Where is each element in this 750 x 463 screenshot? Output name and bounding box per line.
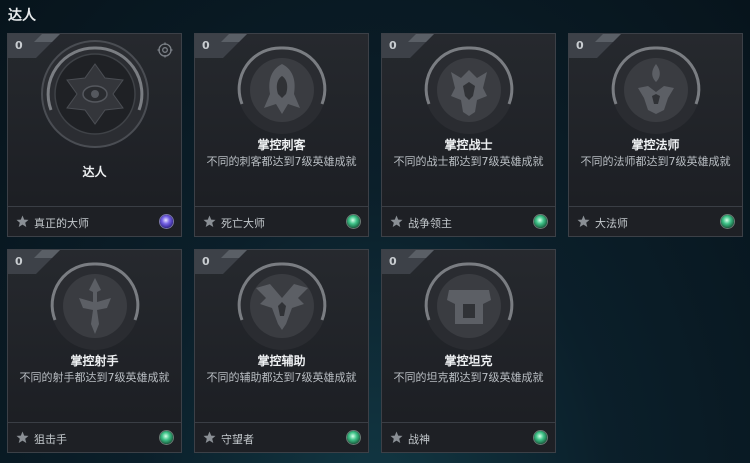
reward-title: 守望者 (221, 433, 254, 446)
card-description: 不同的法师都达到7级英雄成就 (580, 155, 731, 168)
gem-icon (160, 215, 173, 228)
gem-icon (347, 431, 360, 444)
star-icon (16, 215, 29, 227)
mage-emblem-icon (611, 46, 700, 134)
card-footer: 大法师 (569, 206, 742, 236)
reward-title: 大法师 (595, 217, 628, 230)
card-footer: 狙击手 (8, 422, 181, 452)
card-footer: 战神 (382, 422, 555, 452)
reward-title: 死亡大师 (221, 217, 265, 230)
card-title: 掌控法师 (631, 138, 680, 152)
progress-count: 0 (576, 39, 584, 52)
gem-icon (534, 215, 547, 228)
card-description: 不同的坦克都达到7级英雄成就 (393, 371, 544, 384)
reward-title: 战争领主 (408, 217, 452, 230)
gem-icon (721, 215, 734, 228)
challenge-card-tank[interactable]: 0 掌控坦克 不同的坦克都达到7级英雄成就 战神 (381, 249, 556, 453)
progress-count: 0 (389, 39, 397, 52)
gem-icon (534, 431, 547, 444)
target-icon[interactable] (157, 42, 173, 58)
reward-title: 战神 (408, 433, 430, 446)
star-icon (390, 431, 403, 443)
card-title: 掌控坦克 (444, 354, 493, 368)
card-title: 掌控刺客 (257, 138, 306, 152)
card-description: 不同的刺客都达到7级英雄成就 (206, 155, 357, 168)
support-emblem-icon (237, 262, 326, 350)
page-title: 达人 (8, 8, 36, 24)
card-description: 不同的战士都达到7级英雄成就 (393, 155, 544, 168)
card-title: 达人 (82, 165, 107, 179)
fighter-emblem-icon (424, 46, 513, 134)
progress-count: 0 (15, 255, 23, 268)
assassin-emblem-icon (237, 46, 326, 134)
star-icon (16, 431, 29, 443)
card-footer: 守望者 (195, 422, 368, 452)
star-icon (203, 431, 216, 443)
challenge-card-support[interactable]: 0 掌控辅助 不同的辅助都达到7级英雄成就 守望者 (194, 249, 369, 453)
challenge-card-mage[interactable]: 0 掌控法师 不同的法师都达到7级英雄成就 大法师 (568, 33, 743, 237)
card-footer: 死亡大师 (195, 206, 368, 236)
reward-title: 真正的大师 (34, 217, 89, 230)
progress-count: 0 (202, 39, 210, 52)
card-footer: 战争领主 (382, 206, 555, 236)
card-title: 掌控射手 (70, 354, 119, 368)
card-description: 不同的辅助都达到7级英雄成就 (206, 371, 357, 384)
star-icon (203, 215, 216, 227)
challenge-card-assassin[interactable]: 0 掌控刺客 不同的刺客都达到7级英雄成就 死亡大师 (194, 33, 369, 237)
marksman-emblem-icon (50, 262, 139, 350)
progress-count: 0 (202, 255, 210, 268)
challenge-card-fighter[interactable]: 0 掌控战士 不同的战士都达到7级英雄成就 战争领主 (381, 33, 556, 237)
gem-icon (347, 215, 360, 228)
star-icon (390, 215, 403, 227)
tank-emblem-icon (424, 262, 513, 350)
progress-count: 0 (389, 255, 397, 268)
card-title: 掌控辅助 (257, 354, 306, 368)
star-icon (577, 215, 590, 227)
challenge-card-marksman[interactable]: 0 掌控射手 不同的射手都达到7级英雄成就 狙击手 (7, 249, 182, 453)
card-footer: 真正的大师 (8, 206, 181, 236)
master-emblem-icon (40, 40, 149, 148)
reward-title: 狙击手 (34, 433, 67, 446)
progress-count: 0 (15, 39, 23, 52)
card-title: 掌控战士 (444, 138, 493, 152)
card-description: 不同的射手都达到7级英雄成就 (19, 371, 170, 384)
gem-icon (160, 431, 173, 444)
challenge-card-master[interactable]: 0 达人 真正的大师 (7, 33, 182, 237)
